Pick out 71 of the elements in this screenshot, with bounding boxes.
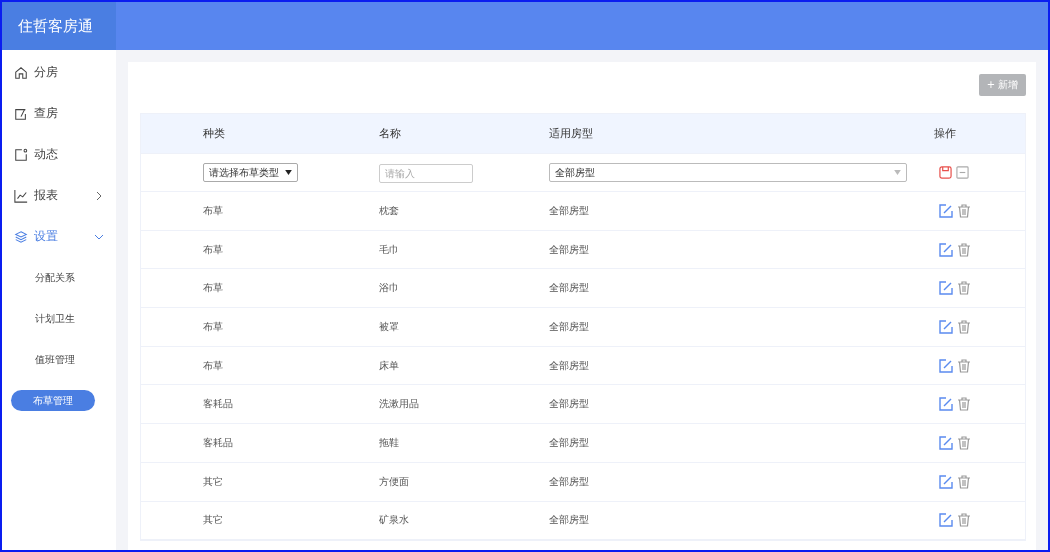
type-select[interactable]: 请选择布草类型: [203, 163, 298, 182]
table-cell-text: 全部房型: [549, 397, 590, 412]
nav-item[interactable]: 分房: [2, 52, 116, 93]
nav-item[interactable]: 查房: [2, 93, 116, 134]
table-cell-text: 矿泉水: [379, 513, 410, 528]
notice-icon: [14, 147, 28, 162]
nav-subitem[interactable]: 值班管理: [2, 339, 116, 380]
table-cell-text: 浴巾: [379, 281, 400, 296]
column-header: 适用房型: [549, 126, 594, 141]
table-cell-text: 全部房型: [549, 358, 590, 373]
trash-icon[interactable]: [957, 319, 971, 334]
table-cell-text: 布草: [203, 242, 224, 257]
nav-subitem[interactable]: 分配关系: [2, 257, 116, 298]
edit-icon[interactable]: [939, 319, 953, 334]
table-cell-text: 其它: [203, 513, 224, 528]
caret-icon: [894, 170, 901, 175]
table-cell-text: 全部房型: [549, 242, 590, 257]
edit-icon[interactable]: [939, 242, 953, 257]
table-cell-text: 洗漱用品: [379, 397, 420, 412]
table-cell-text: 全部房型: [549, 513, 590, 528]
layers-icon: [14, 229, 28, 244]
table-cell-text: 全部房型: [549, 203, 590, 218]
table-cell-text: 全部房型: [549, 319, 590, 334]
checklist-icon: [14, 106, 28, 121]
table-cell-text: 全部房型: [549, 281, 590, 296]
column-header: 操作: [934, 126, 957, 141]
trash-icon[interactable]: [957, 242, 971, 257]
trash-icon[interactable]: [957, 513, 971, 528]
caret-icon: [285, 170, 292, 175]
edit-icon[interactable]: [939, 203, 953, 218]
table-cell-text: 毛巾: [379, 242, 400, 257]
trash-icon[interactable]: [957, 358, 971, 373]
column-header: 种类: [203, 126, 226, 141]
collapse-icon[interactable]: [956, 166, 969, 179]
chart-icon: [14, 188, 28, 203]
trash-icon[interactable]: [957, 203, 971, 218]
edit-icon[interactable]: [939, 358, 953, 373]
edit-icon[interactable]: [939, 281, 953, 296]
table-cell-text: 客耗品: [203, 397, 234, 412]
table-cell-text: 布草: [203, 358, 224, 373]
table-cell-text: 被罩: [379, 319, 400, 334]
edit-icon[interactable]: [939, 513, 953, 528]
house-icon: [14, 65, 28, 80]
table-cell-text: 客耗品: [203, 435, 234, 450]
table-cell-text: 枕套: [379, 203, 400, 218]
trash-icon[interactable]: [957, 281, 971, 296]
table-cell-text: 拖鞋: [379, 435, 400, 450]
table-cell-text: 布草: [203, 203, 224, 218]
save-icon[interactable]: [939, 166, 952, 179]
trash-icon[interactable]: [957, 397, 971, 412]
trash-icon[interactable]: [957, 435, 971, 450]
table-cell-text: 全部房型: [549, 435, 590, 450]
table-cell-text: 全部房型: [549, 474, 590, 489]
column-header: 名称: [379, 126, 402, 141]
table-cell-text: 布草: [203, 319, 224, 334]
nav-item[interactable]: 报表: [2, 175, 116, 216]
edit-icon[interactable]: [939, 474, 953, 489]
table-cell-text: 方便面: [379, 474, 410, 489]
room-type-select[interactable]: 全部房型: [549, 163, 907, 182]
name-input[interactable]: 请输入: [379, 164, 473, 183]
table-cell-text: 床单: [379, 358, 400, 373]
nav-subitem[interactable]: 计划卫生: [2, 298, 116, 339]
nav-item[interactable]: 动态: [2, 134, 116, 175]
nav-item[interactable]: 设置: [2, 216, 116, 257]
edit-icon[interactable]: [939, 435, 953, 450]
edit-icon[interactable]: [939, 397, 953, 412]
table-cell-text: 其它: [203, 474, 224, 489]
trash-icon[interactable]: [957, 474, 971, 489]
nav-subitem[interactable]: 布草管理: [11, 390, 95, 411]
table-cell-text: 布草: [203, 281, 224, 296]
app-title: 住哲客房通: [2, 2, 116, 50]
